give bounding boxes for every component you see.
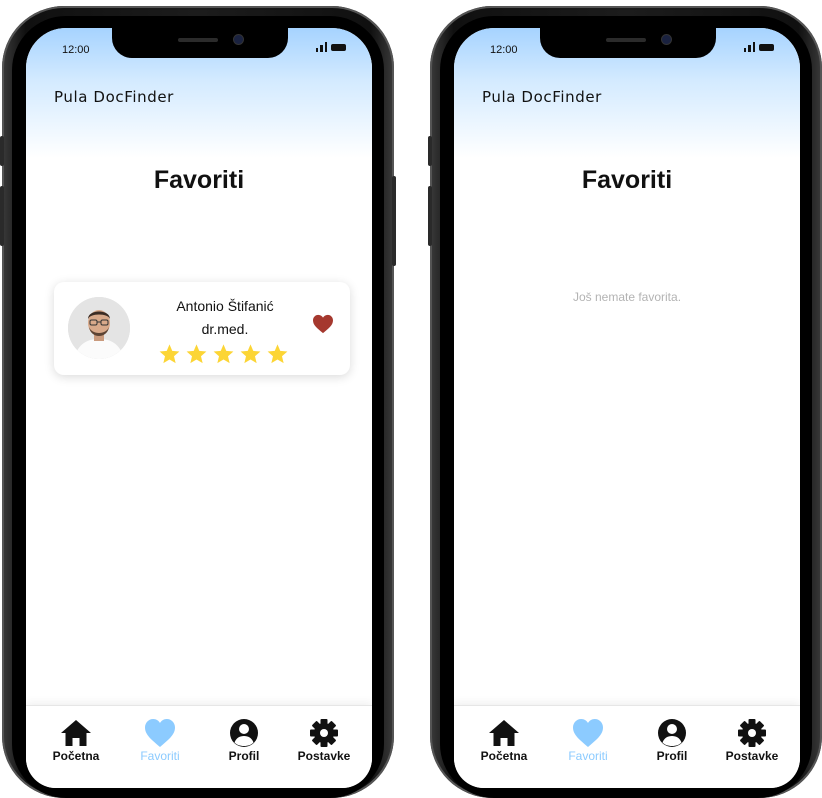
nav-item-pocetna[interactable]: Početna	[36, 718, 116, 763]
notch	[540, 28, 716, 58]
rating-stars	[158, 343, 289, 365]
nav-label: Početna	[480, 749, 528, 763]
side-button	[0, 136, 4, 166]
user-icon	[230, 719, 258, 747]
side-button	[0, 186, 4, 246]
nav-item-favoriti[interactable]: Favoriti	[548, 718, 628, 763]
nav-item-pocetna[interactable]: Početna	[464, 718, 544, 763]
doctor-card[interactable]: Antonio Štifanić dr.med.	[54, 282, 350, 375]
nav-item-postavke[interactable]: Postavke	[712, 718, 792, 763]
nav-label: Favoriti	[140, 749, 180, 763]
bottom-navbar: Početna Favoriti Profil Postavke	[454, 705, 800, 788]
nav-item-profil[interactable]: Profil	[204, 718, 284, 763]
home-icon	[489, 720, 519, 746]
screen: 12:00 Pula DocFinder Favoriti Antonio Št…	[26, 28, 372, 788]
camera	[234, 35, 243, 44]
star-icon	[159, 344, 180, 364]
nav-label: Profil	[656, 749, 688, 763]
nav-item-favoriti[interactable]: Favoriti	[120, 718, 200, 763]
doctor-name: Antonio Štifanić	[176, 298, 274, 314]
doctor-title: dr.med.	[201, 321, 249, 337]
star-icon	[213, 344, 234, 364]
heart-icon	[573, 719, 603, 747]
signal-icon	[315, 42, 327, 52]
app-title: Pula DocFinder	[54, 88, 174, 106]
nav-label: Favoriti	[568, 749, 608, 763]
speaker	[178, 38, 218, 42]
nav-item-postavke[interactable]: Postavke	[284, 718, 364, 763]
phone-favorites-empty: 12:00 Pula DocFinder Favoriti Još nemate…	[428, 6, 822, 798]
page-title: Favoriti	[581, 166, 673, 194]
status-time: 12:00	[62, 44, 90, 56]
star-icon	[186, 344, 207, 364]
status-time: 12:00	[490, 44, 518, 56]
side-button	[428, 136, 432, 166]
status-icons	[315, 42, 346, 52]
gear-icon	[738, 719, 766, 747]
heart-icon	[145, 719, 175, 747]
app-title: Pula DocFinder	[482, 88, 602, 106]
nav-label: Postavke	[725, 749, 779, 763]
nav-label: Postavke	[297, 749, 351, 763]
doctor-avatar	[68, 297, 130, 359]
battery-icon	[759, 44, 774, 51]
page-title: Favoriti	[153, 166, 245, 194]
nav-label: Profil	[228, 749, 260, 763]
notch	[112, 28, 288, 58]
screen: 12:00 Pula DocFinder Favoriti Još nemate…	[454, 28, 800, 788]
favorite-heart-icon[interactable]	[312, 314, 334, 334]
phone-favorites-list: 12:00 Pula DocFinder Favoriti Antonio Št…	[0, 6, 396, 798]
battery-icon	[331, 44, 346, 51]
nav-item-profil[interactable]: Profil	[632, 718, 712, 763]
side-button	[392, 176, 396, 266]
speaker	[606, 38, 646, 42]
empty-favorites-message: Još nemate favorita.	[572, 290, 682, 304]
nav-label: Početna	[52, 749, 100, 763]
camera	[662, 35, 671, 44]
bottom-navbar: Početna Favoriti Profil Postavke	[26, 705, 372, 788]
star-icon	[267, 344, 288, 364]
signal-icon	[743, 42, 755, 52]
home-icon	[61, 720, 91, 746]
star-icon	[240, 344, 261, 364]
gear-icon	[310, 719, 338, 747]
side-button	[428, 186, 432, 246]
user-icon	[658, 719, 686, 747]
status-icons	[743, 42, 774, 52]
